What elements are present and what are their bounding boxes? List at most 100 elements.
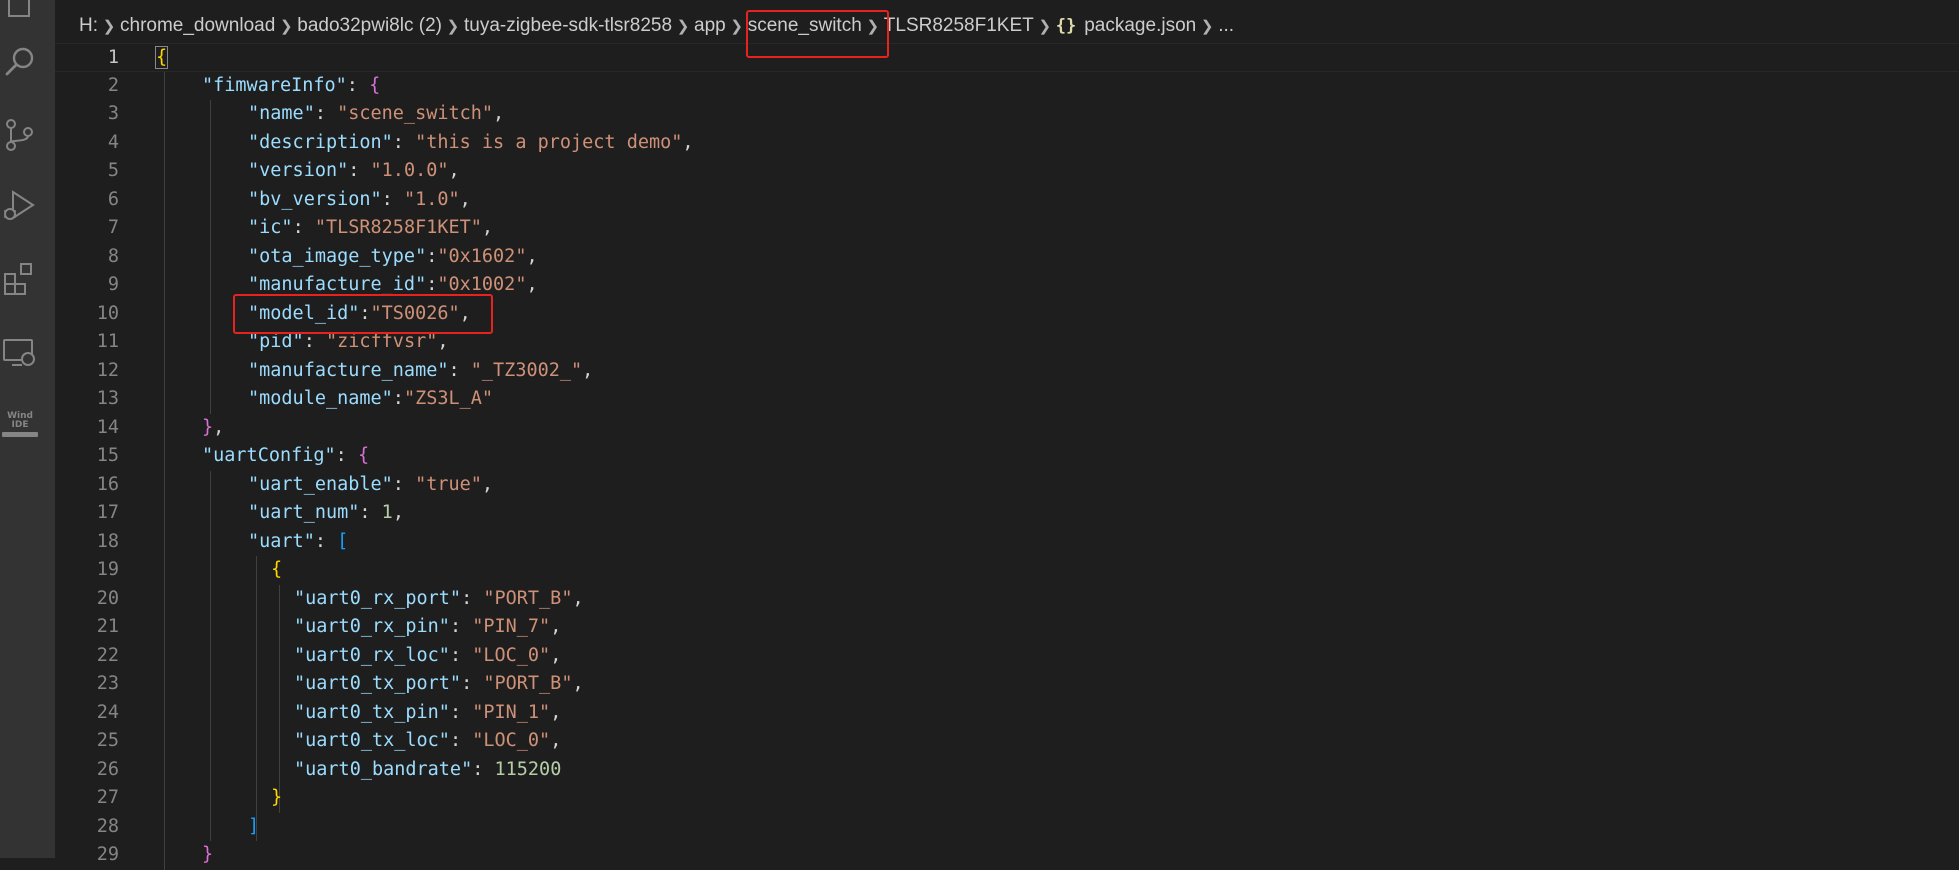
code-token: : (314, 530, 338, 552)
code-line[interactable]: 2 "fimwareInfo": { (55, 72, 1959, 101)
code-text: { (154, 44, 169, 73)
code-line[interactable]: 4 "description": "this is a project demo"… (55, 129, 1959, 158)
search-icon[interactable] (0, 42, 40, 82)
code-text: "uart0_tx_pin": "PIN_1", (294, 699, 561, 728)
code-token: "PIN_1" (472, 701, 551, 723)
breadcrumb-item-chrome-download[interactable]: chrome_download (120, 15, 275, 37)
code-token: "description" (248, 131, 393, 153)
line-number: 22 (96, 644, 119, 666)
line-number: 19 (96, 559, 119, 580)
code-token: "_TZ3002_" (470, 359, 583, 381)
code-line[interactable]: 27} (55, 784, 1959, 813)
breadcrumb-item-more[interactable]: ... (1218, 15, 1234, 37)
remote-explorer-icon[interactable] (0, 333, 40, 373)
code-line[interactable]: 13 "module_name":"ZS3L_A" (55, 385, 1959, 414)
code-line[interactable]: 14}, (55, 414, 1959, 443)
wind-ide-base (2, 432, 38, 437)
code-line[interactable]: 17 "uart_num": 1, (55, 499, 1959, 528)
line-number: 15 (96, 445, 119, 466)
code-token: : (359, 502, 382, 523)
code-line[interactable]: 16 "uart_enable": "true", (55, 471, 1959, 500)
code-line[interactable]: 18 "uart": [ (55, 528, 1959, 557)
code-token: "manufacture_id" (248, 274, 427, 295)
code-line[interactable]: 7 "ic": "TLSR8258F1KET", (55, 214, 1959, 243)
code-text: } (271, 784, 282, 813)
breadcrumb-item-sdk[interactable]: tuya-zigbee-sdk-tlsr8258 (464, 15, 672, 37)
line-number: 29 (96, 844, 119, 865)
chevron-right-icon: ❯ (102, 18, 116, 35)
highlight-box-model-id (233, 294, 493, 334)
source-control-icon[interactable] (0, 115, 40, 155)
code-line[interactable]: 25 "uart0_tx_loc": "LOC_0", (55, 727, 1959, 756)
code-line[interactable]: 12 "manufacture_name": "_TZ3002_", (55, 357, 1959, 386)
code-line[interactable]: 29} (55, 841, 1959, 870)
code-token: "scene_switch" (337, 103, 494, 124)
code-token: "manufacture_name" (248, 359, 449, 381)
code-token: , (213, 416, 225, 438)
code-token: : (426, 274, 438, 295)
line-number: 23 (96, 673, 119, 694)
code-text: "bv_version": "1.0", (248, 186, 471, 215)
code-token: : (348, 160, 371, 181)
code-line[interactable]: 20 "uart0_rx_port": "PORT_B", (55, 585, 1959, 614)
code-text: "uart": [ (248, 528, 348, 557)
breadcrumb-item-package-json[interactable]: package.json (1084, 15, 1196, 37)
code-token: , (550, 616, 562, 637)
breadcrumb-item-drive[interactable]: H: (79, 15, 98, 37)
line-number: 26 (96, 758, 119, 780)
line-number: 4 (107, 131, 119, 153)
code-token: "true" (415, 473, 482, 495)
code-token: "LOC_0" (472, 644, 551, 666)
code-text: "description": "this is a project demo", (248, 129, 694, 158)
code-token: "0x1602" (437, 245, 527, 267)
code-line[interactable]: 5 "version": "1.0.0", (55, 157, 1959, 186)
code-token: "uart0_tx_pin" (294, 701, 450, 723)
chevron-right-icon: ❯ (730, 18, 743, 35)
code-line[interactable]: 6 "bv_version": "1.0", (55, 186, 1959, 215)
code-token: , (682, 131, 694, 153)
code-text: "ota_image_type":"0x1602", (248, 243, 538, 272)
code-line[interactable]: 23 "uart0_tx_port": "PORT_B", (55, 670, 1959, 699)
code-token: 115200 (494, 758, 562, 780)
code-token: : (449, 730, 473, 751)
code-editor[interactable]: 1{2 "fimwareInfo": {3 "name": "scene_switc… (55, 43, 1959, 870)
code-token: "uart0_tx_port" (294, 673, 462, 694)
code-token: "uart_enable" (248, 473, 393, 495)
code-line[interactable]: 15 "uartConfig": { (55, 442, 1959, 471)
code-line[interactable]: 8 "ota_image_type":"0x1602", (55, 243, 1959, 272)
code-token: , (448, 160, 460, 181)
line-number: 2 (107, 74, 119, 96)
code-token: , (526, 274, 538, 295)
code-text: "uart0_rx_loc": "LOC_0", (294, 642, 561, 671)
code-line[interactable]: 3 "name": "scene_switch", (55, 100, 1959, 129)
code-token: , (437, 331, 449, 352)
code-token: "uart0_bandrate" (294, 758, 473, 780)
code-token: , (526, 245, 538, 267)
code-line[interactable]: 26 "uart0_bandrate": 115200 (55, 756, 1959, 785)
code-line[interactable]: 21 "uart0_rx_pin": "PIN_7", (55, 613, 1959, 642)
files-icon[interactable] (0, 0, 40, 22)
code-token: : (303, 331, 326, 352)
code-token: { (369, 74, 381, 96)
extensions-icon[interactable] (0, 258, 40, 298)
run-debug-icon[interactable] (0, 185, 40, 225)
code-line[interactable]: 1{ (55, 43, 1959, 72)
breadcrumb-item-tlsr8258f1ket[interactable]: TLSR8258F1KET (884, 15, 1034, 37)
line-number: 1 (107, 47, 119, 68)
code-token: "pid" (248, 331, 304, 352)
line-number: 18 (96, 530, 119, 552)
code-token: "ZS3L_A" (403, 388, 494, 409)
breadcrumb-item-app[interactable]: app (694, 15, 726, 37)
code-line[interactable]: 28] (55, 813, 1959, 842)
code-token: { (271, 559, 283, 580)
breadcrumb-item-bado-folder[interactable]: bado32pwi8lc (2) (297, 15, 442, 37)
code-token: "1.0.0" (370, 160, 449, 181)
line-number: 28 (96, 815, 119, 837)
line-number: 11 (96, 331, 119, 352)
code-line[interactable]: 24 "uart0_tx_pin": "PIN_1", (55, 699, 1959, 728)
code-token: , (481, 217, 494, 238)
line-number: 16 (96, 473, 119, 495)
code-line[interactable]: 19 { (55, 556, 1959, 585)
code-line[interactable]: 22 "uart0_rx_loc": "LOC_0", (55, 642, 1959, 671)
wind-ide-icon[interactable]: Wind IDE (0, 412, 40, 437)
